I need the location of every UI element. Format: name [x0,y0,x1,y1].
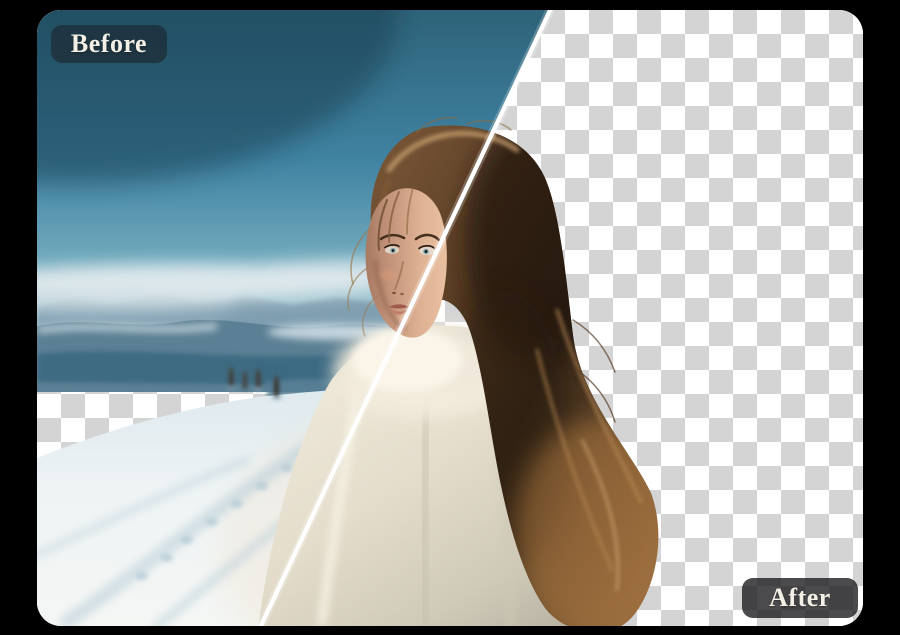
before-after-card: Before After [0,0,900,635]
comparison-image: Before After [37,10,863,626]
after-badge-label: After [769,583,831,613]
before-badge: Before [51,25,167,63]
after-badge: After [742,578,858,618]
before-badge-label: Before [71,29,147,59]
photo-scene [37,10,863,626]
